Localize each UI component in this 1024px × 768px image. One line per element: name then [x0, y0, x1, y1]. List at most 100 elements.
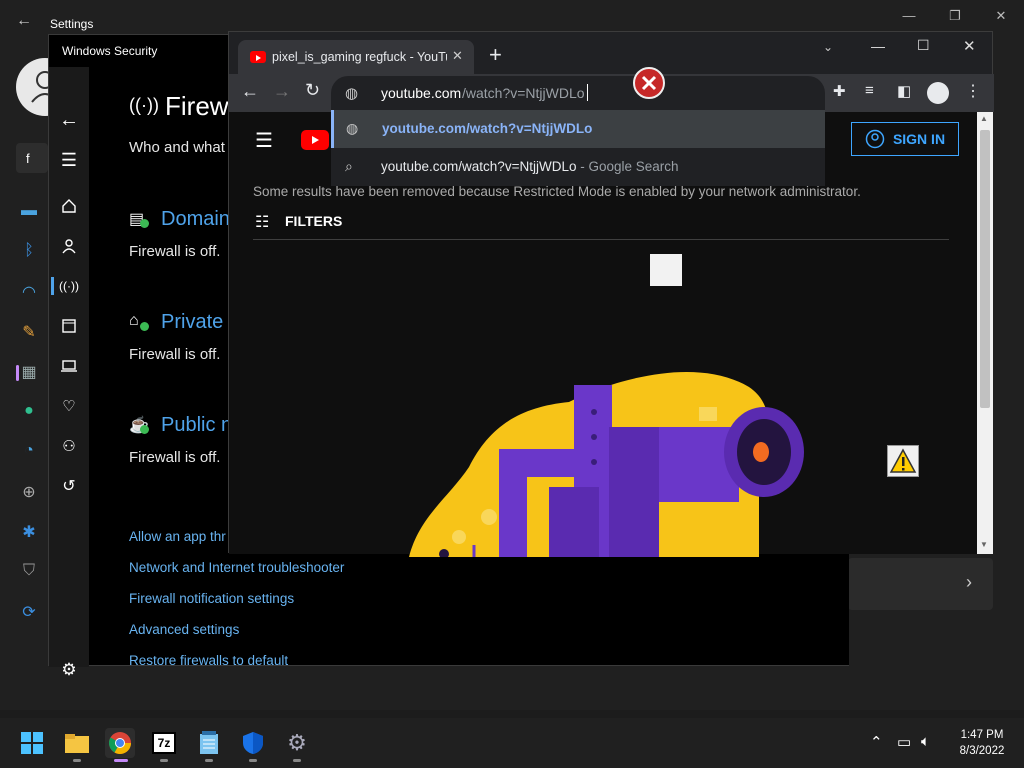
clock-date: 8/3/2022: [959, 745, 1005, 757]
search-icon: ⌕: [345, 158, 353, 174]
time-language-icon[interactable]: ◔: [14, 442, 44, 466]
suggestion-item[interactable]: ⌕ youtube.com/watch?v=NtjjWDLo - Google …: [331, 148, 825, 186]
status-check-icon: [140, 219, 149, 228]
firewall-icon: ((·)): [129, 95, 159, 115]
bluetooth-icon[interactable]: ᛒ: [14, 242, 44, 266]
sign-in-label: SIGN IN: [892, 131, 946, 147]
gaming-icon[interactable]: ⊕: [14, 482, 44, 506]
file-explorer-icon[interactable]: [62, 728, 92, 758]
advanced-settings-link[interactable]: Advanced settings: [129, 622, 239, 637]
media-controls-icon[interactable]: ≡: [865, 82, 874, 99]
windows-security-icon[interactable]: [238, 728, 268, 758]
filters-button[interactable]: FILTERS: [285, 213, 342, 229]
home-icon[interactable]: [49, 193, 89, 219]
youtube-logo-icon[interactable]: [301, 130, 329, 150]
chrome-taskbar-icon[interactable]: [105, 728, 135, 758]
tab-close-icon[interactable]: ✕: [452, 48, 463, 64]
chevron-right-icon: ›: [966, 572, 972, 592]
public-status: Firewall is off.: [129, 449, 221, 466]
kebab-menu-icon[interactable]: ⋮: [965, 81, 981, 101]
protection-history-icon[interactable]: ↺: [49, 473, 89, 499]
app-browser-control-icon[interactable]: [49, 313, 89, 339]
browser-toolbar: ← → ↻ ◍ youtube.com /watch?v=NtjjWDLo ✚ …: [229, 67, 994, 112]
sign-in-button[interactable]: SIGN IN: [851, 122, 959, 156]
text-cursor: [587, 84, 588, 101]
running-indicator: [160, 759, 168, 762]
network-icon[interactable]: ▭: [897, 733, 911, 751]
volume-icon[interactable]: 🔈︎: [921, 733, 930, 750]
restricted-mode-notice: Some results have been removed because R…: [253, 184, 861, 199]
hamburger-menu-icon[interactable]: ☰: [49, 147, 89, 173]
allow-app-link[interactable]: Allow an app thr: [129, 529, 226, 544]
restore-icon[interactable]: ❐: [932, 8, 978, 26]
troubleshooter-link[interactable]: Network and Internet troubleshooter: [129, 560, 344, 575]
clock[interactable]: 1:47 PM 8/3/2022: [950, 729, 1014, 757]
status-check-icon: [140, 322, 149, 331]
scrollbar-thumb[interactable]: [980, 130, 990, 408]
close-icon[interactable]: ✕: [978, 8, 1024, 26]
running-indicator: [293, 759, 301, 762]
forward-arrow-icon[interactable]: →: [273, 81, 291, 102]
new-tab-icon[interactable]: +: [489, 42, 502, 68]
scroll-down-icon[interactable]: ▼: [980, 540, 988, 549]
back-arrow-icon[interactable]: ←: [241, 81, 259, 102]
settings-gear-icon[interactable]: ⚙: [282, 728, 312, 758]
placeholder-square: [650, 254, 682, 286]
filters-icon[interactable]: ☷: [255, 212, 269, 232]
device-security-icon[interactable]: [49, 353, 89, 379]
restricted-illustration: [409, 371, 804, 557]
restore-defaults-link[interactable]: Restore firewalls to default: [129, 653, 288, 668]
accounts-icon[interactable]: ●: [14, 402, 44, 426]
settings-title: Settings: [50, 17, 94, 31]
privacy-security-icon[interactable]: ⛉: [14, 562, 44, 586]
tab-title: pixel_is_gaming regfuck - YouTube: [272, 50, 447, 64]
close-icon[interactable]: ✕: [963, 37, 976, 55]
suggestion-item[interactable]: ◍ youtube.com/watch?v=NtjjWDLo: [331, 110, 825, 148]
scroll-up-icon[interactable]: ▲: [980, 114, 988, 123]
public-network-link[interactable]: Public n: [161, 414, 232, 437]
domain-status: Firewall is off.: [129, 243, 221, 260]
apps-icon[interactable]: ▦: [14, 362, 44, 386]
accessibility-icon[interactable]: ✱: [14, 522, 44, 546]
globe-icon: ◍: [346, 120, 359, 136]
windows-update-icon[interactable]: ⟳: [14, 602, 44, 626]
settings-row[interactable]: ›: [848, 558, 993, 610]
maximize-icon[interactable]: ☐: [917, 37, 930, 54]
settings-search-input[interactable]: f: [16, 143, 48, 173]
show-hidden-icons-chevron-up-icon[interactable]: ⌃: [870, 733, 883, 751]
warning-icon: [887, 445, 919, 477]
page-scrollbar[interactable]: ▲ ▼: [977, 112, 993, 554]
network-icon[interactable]: ◠: [14, 282, 44, 306]
system-icon[interactable]: ▬: [14, 202, 44, 226]
taskbar: 7z ⚙ ⌃ ▭ 🔈︎ 1:47 PM 8/3/2022: [0, 718, 1024, 768]
error-icon: [633, 67, 665, 99]
notepad-icon[interactable]: [194, 728, 224, 758]
domain-network-link[interactable]: Domain: [161, 208, 230, 231]
divider: [253, 239, 949, 240]
private-network-icon: ⌂: [129, 312, 139, 329]
hamburger-menu-icon[interactable]: ☰: [255, 128, 273, 153]
profile-avatar-icon[interactable]: [927, 82, 949, 104]
side-panel-icon[interactable]: ◧: [897, 82, 911, 100]
settings-gear-icon[interactable]: ⚙: [49, 657, 89, 683]
start-windows-icon[interactable]: [17, 728, 47, 758]
extensions-puzzle-icon[interactable]: ✚: [833, 82, 846, 100]
omnibox[interactable]: ◍ youtube.com /watch?v=NtjjWDLo: [331, 76, 825, 110]
private-status: Firewall is off.: [129, 346, 221, 363]
personalization-icon[interactable]: ✎: [14, 322, 44, 346]
tab-search-chevron-down-icon[interactable]: ⌄: [823, 40, 833, 54]
family-options-icon[interactable]: ⚇: [49, 433, 89, 459]
reload-icon[interactable]: ↻: [305, 80, 320, 101]
notification-settings-link[interactable]: Firewall notification settings: [129, 591, 294, 606]
firewall-network-icon[interactable]: ((·)): [49, 273, 89, 299]
chrome-window: pixel_is_gaming regfuck - YouTube ✕ + ⌄ …: [228, 31, 994, 557]
7zip-icon[interactable]: 7z: [149, 728, 179, 758]
minimize-icon[interactable]: —: [886, 8, 932, 26]
minimize-icon[interactable]: —: [871, 38, 885, 54]
account-protection-icon[interactable]: [49, 233, 89, 259]
suggestion-text: youtube.com/watch?v=NtjjWDLo: [382, 121, 593, 136]
device-performance-heart-icon[interactable]: ♡: [49, 393, 89, 419]
back-arrow-icon[interactable]: ←: [49, 107, 89, 133]
back-arrow-icon[interactable]: ←: [16, 12, 32, 30]
browser-tab[interactable]: pixel_is_gaming regfuck - YouTube ✕: [238, 40, 474, 74]
